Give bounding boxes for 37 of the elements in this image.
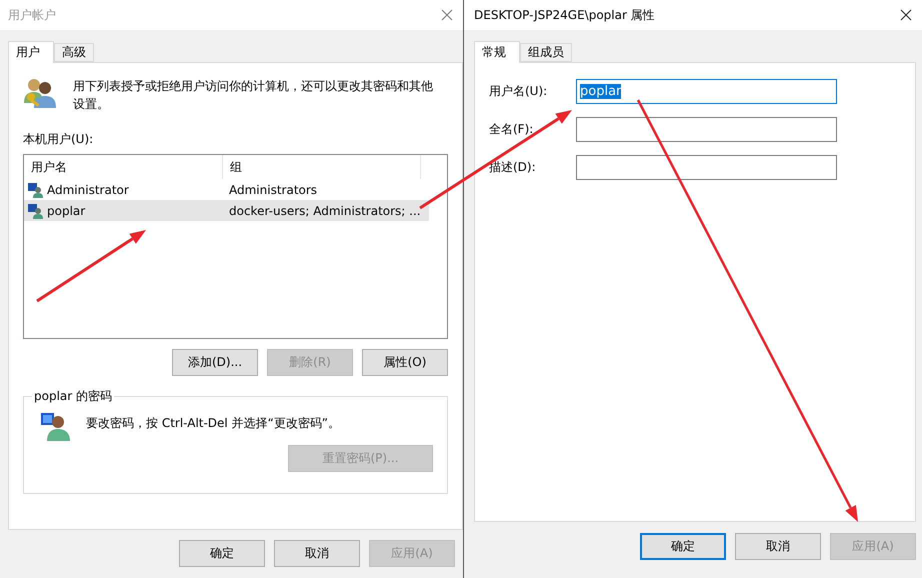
user-row[interactable]: Administrator Administrators <box>24 179 429 200</box>
user-row[interactable]: poplar docker-users; Administrators; ... <box>24 200 429 221</box>
field-label: 用户名(U): <box>489 83 548 100</box>
dialog-button[interactable]: 确定 <box>640 533 726 560</box>
text-field[interactable] <box>576 155 837 180</box>
column-header[interactable]: 组 <box>223 155 421 179</box>
dialog-button[interactable]: 取消 <box>274 540 360 567</box>
tab[interactable]: 高级 <box>54 43 94 62</box>
text-field[interactable] <box>576 117 837 142</box>
group-title: poplar 的密码 <box>33 388 114 405</box>
close-icon[interactable] <box>900 9 912 21</box>
group-text: Administrators <box>229 182 318 196</box>
user-name: Administrator <box>47 182 129 196</box>
dialog-button[interactable]: 属性(O) <box>362 349 448 376</box>
field-value: poplar <box>580 84 622 99</box>
window-title: DESKTOP-JSP24GE\poplar 属性 <box>474 6 655 24</box>
user-computer-icon <box>28 182 44 198</box>
text-field[interactable]: poplar <box>576 79 837 104</box>
user-list[interactable]: 用户名 组 Administrator Administrators poplar docker-users; Administrators; ... <box>23 154 448 339</box>
field-label: 描述(D): <box>489 159 537 176</box>
dialog-button[interactable]: 取消 <box>735 533 821 560</box>
tab[interactable]: 用户 <box>8 41 54 63</box>
users-icon <box>23 77 57 109</box>
user-name: poplar <box>47 204 86 218</box>
field-label: 全名(F): <box>489 121 534 138</box>
user-computer-icon <box>40 411 72 441</box>
dialog-button[interactable]: 添加(D)... <box>172 349 258 376</box>
window-title: 用户帐户 <box>8 6 56 24</box>
description-text: 用下列表授予或拒绝用户访问你的计算机，还可以更改其密码和其他设置。 <box>73 78 434 113</box>
tab[interactable]: 常规 <box>474 41 520 63</box>
group-text: docker-users; Administrators; ... <box>229 204 421 218</box>
list-label: 本机用户(U): <box>23 131 94 148</box>
dialog-button[interactable]: 确定 <box>179 540 265 567</box>
tab[interactable]: 组成员 <box>520 43 572 62</box>
password-text: 要改密码，按 Ctrl-Alt-Del 并选择“更改密码”。 <box>86 415 340 432</box>
user-computer-icon <box>28 202 44 218</box>
column-header[interactable]: 用户名 <box>24 155 223 179</box>
